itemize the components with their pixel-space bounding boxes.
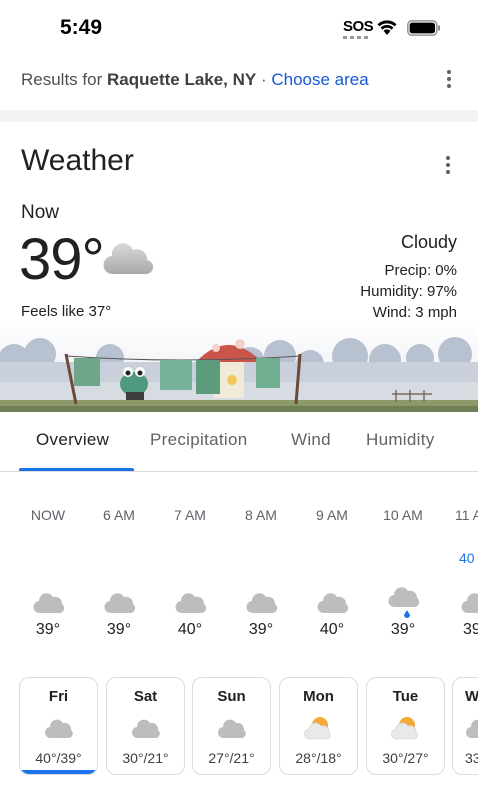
results-more-icon[interactable] xyxy=(446,70,452,90)
hour-label: 9 AM xyxy=(316,507,348,523)
wind-stat: Wind: 3 mph xyxy=(372,304,457,321)
hour-extra: 40 xyxy=(459,550,475,566)
day-card-mon[interactable]: Mon 28°/18° xyxy=(279,677,358,775)
hourly-item[interactable]: 7 AM 40° xyxy=(160,507,220,647)
signal-dots-icon xyxy=(343,36,369,39)
cloud-icon xyxy=(131,719,160,739)
day-name: W xyxy=(465,688,478,705)
hourly-item[interactable]: 8 AM 39° xyxy=(231,507,291,647)
hourly-item[interactable]: NOW 39° xyxy=(18,507,78,647)
wifi-icon xyxy=(377,20,397,35)
hour-label: 10 AM xyxy=(383,507,423,523)
day-name: Fri xyxy=(48,688,69,705)
rain-cloud-icon xyxy=(388,587,420,618)
cloud-icon xyxy=(175,593,207,614)
hourly-item[interactable]: 10 AM 39° xyxy=(373,507,433,647)
hour-label: NOW xyxy=(30,507,66,523)
weather-title: Weather xyxy=(21,144,134,177)
tab-precipitation[interactable]: Precipitation xyxy=(150,430,247,450)
tab-wind[interactable]: Wind xyxy=(291,430,331,450)
hour-temp: 40° xyxy=(177,621,203,638)
cloud-icon xyxy=(246,593,278,614)
cloud-icon xyxy=(461,593,478,614)
day-range: 30°/21° xyxy=(122,750,169,766)
status-bar: 5:49 SOS xyxy=(0,0,478,56)
hour-temp: 39° xyxy=(390,621,416,638)
day-range: 33 xyxy=(465,750,478,766)
feels-like: Feels like 37° xyxy=(21,303,112,320)
hour-temp: 39° xyxy=(35,621,61,638)
condition-label: Cloudy xyxy=(400,232,457,252)
choose-area-link[interactable]: Choose area xyxy=(271,70,368,89)
hour-label: 6 AM xyxy=(103,507,135,523)
day-name: Tue xyxy=(392,688,419,705)
day-card-wed[interactable]: W 33 xyxy=(452,677,478,775)
cloud-icon xyxy=(104,593,136,614)
hourly-item[interactable]: 9 AM 40° xyxy=(302,507,362,647)
weather-illustration xyxy=(0,322,478,412)
status-time: 5:49 xyxy=(60,16,103,39)
sos-indicator: SOS xyxy=(343,18,374,35)
location-name: Raquette Lake, NY xyxy=(106,70,257,89)
humidity-stat: Humidity: 97% xyxy=(360,283,457,300)
cloud-icon xyxy=(217,719,246,739)
day-card-tue[interactable]: Tue 30°/27° xyxy=(366,677,445,775)
hour-label: 7 AM xyxy=(174,507,206,523)
partly-sunny-icon xyxy=(304,717,331,740)
precip-stat: Precip: 0% xyxy=(384,262,457,279)
results-prefix: Results for xyxy=(21,70,107,89)
cloud-icon xyxy=(33,593,65,614)
battery-icon xyxy=(407,20,440,36)
day-range: 40°/39° xyxy=(35,750,82,766)
tab-overview[interactable]: Overview xyxy=(36,430,109,450)
results-bar: Results for Raquette Lake, NY · Choose a… xyxy=(0,56,478,110)
partly-sunny-icon xyxy=(391,717,418,740)
now-label: Now xyxy=(21,202,60,223)
section-divider xyxy=(0,110,478,122)
day-range: 27°/21° xyxy=(208,750,255,766)
hour-temp: 39 xyxy=(463,621,478,638)
results-separator: · xyxy=(256,70,272,89)
day-card-fri[interactable]: Fri 40°/39° xyxy=(19,677,98,775)
hour-label: 8 AM xyxy=(245,507,277,523)
hour-temp: 39° xyxy=(248,621,274,638)
weather-more-icon[interactable] xyxy=(445,156,451,176)
cloud-icon xyxy=(103,243,153,275)
day-name: Mon xyxy=(303,688,334,705)
tab-humidity[interactable]: Humidity xyxy=(366,430,435,450)
current-temperature: 39° xyxy=(19,227,105,292)
day-name: Sun xyxy=(217,688,246,705)
day-card-sat[interactable]: Sat 30°/21° xyxy=(106,677,185,775)
hourly-item[interactable]: 11 A 40 39 xyxy=(444,507,478,647)
cloud-icon xyxy=(44,719,73,739)
day-range: 30°/27° xyxy=(382,750,429,766)
results-text: Results for Raquette Lake, NY · Choose a… xyxy=(21,70,369,90)
weather-tabs: Overview Precipitation Wind Humidity xyxy=(0,412,478,472)
hour-temp: 40° xyxy=(319,621,345,638)
hour-temp: 39° xyxy=(106,621,132,638)
day-card-sun[interactable]: Sun 27°/21° xyxy=(192,677,271,775)
hour-label: 11 A xyxy=(455,507,478,523)
cloud-icon xyxy=(465,719,478,739)
day-range: 28°/18° xyxy=(295,750,342,766)
hourly-item[interactable]: 6 AM 39° xyxy=(89,507,149,647)
selected-day-indicator xyxy=(20,770,97,774)
day-name: Sat xyxy=(133,688,158,705)
cloud-icon xyxy=(317,593,349,614)
active-tab-indicator xyxy=(19,468,134,471)
